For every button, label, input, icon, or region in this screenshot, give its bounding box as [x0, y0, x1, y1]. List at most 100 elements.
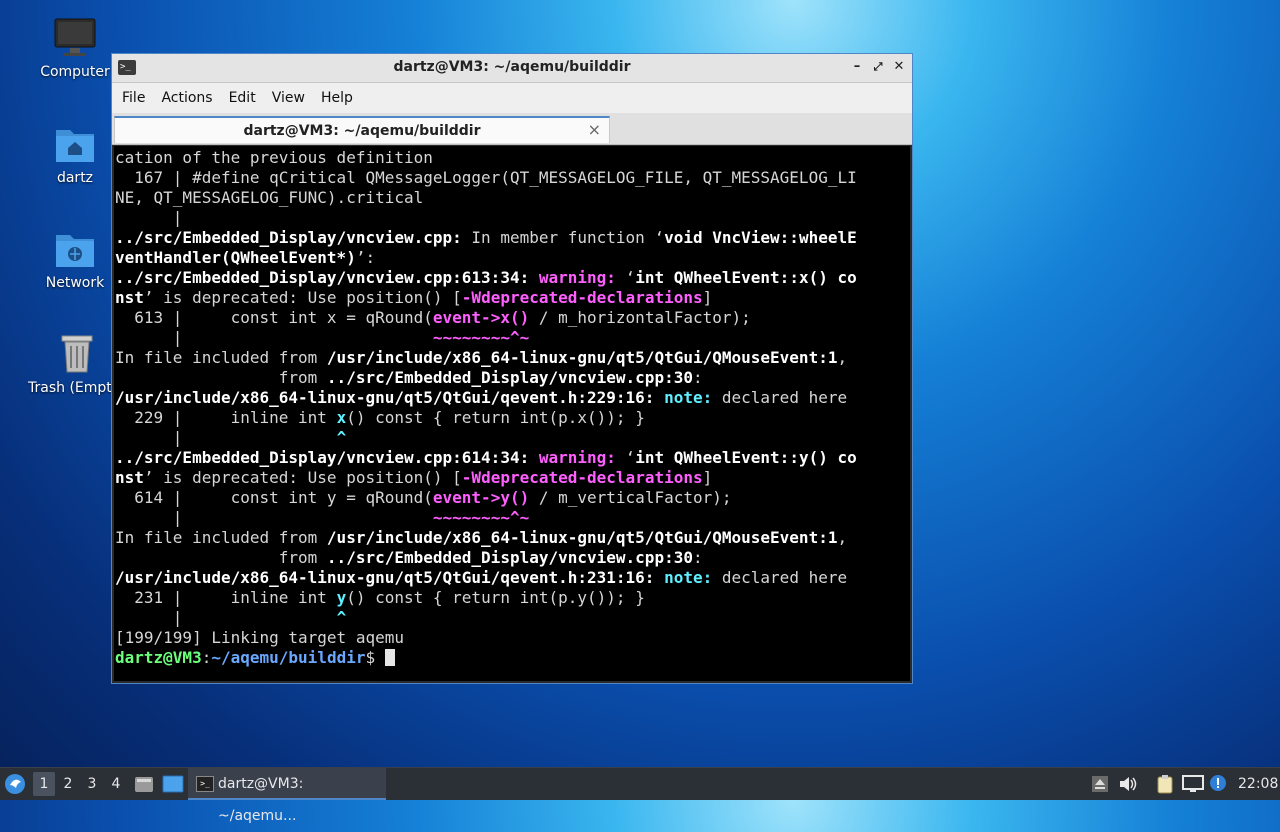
- window-titlebar[interactable]: >_ dartz@VM3: ~/aqemu/builddir – ⤢ ✕: [112, 54, 912, 83]
- desktop-icon-computer[interactable]: Computer: [30, 18, 120, 80]
- terminal-text: |: [115, 608, 337, 627]
- terminal-text: In member function ‘: [461, 228, 665, 247]
- close-button[interactable]: ✕: [890, 58, 908, 76]
- terminal-text: / m_horizontalFactor);: [529, 308, 751, 327]
- prompt-sym: $: [365, 648, 385, 667]
- volume-icon[interactable]: [1118, 775, 1138, 793]
- workspace-4[interactable]: 4: [105, 768, 127, 800]
- desktop-icon-label: Network: [45, 275, 105, 291]
- desktop-icon-network[interactable]: Network: [30, 229, 120, 291]
- terminal-text: 231 | inline int: [115, 588, 337, 607]
- file-manager-icon[interactable]: [134, 775, 154, 793]
- terminal-text: declared here: [712, 568, 848, 587]
- minimize-button[interactable]: –: [848, 58, 866, 76]
- taskbar-item-terminal[interactable]: >_ dartz@VM3: ~/aqemu...: [188, 768, 386, 824]
- terminal-text: warning:: [538, 268, 616, 287]
- terminal-text: event->x(): [432, 308, 530, 327]
- menu-help[interactable]: Help: [313, 90, 361, 106]
- terminal-text: ~~~~~~~~^~: [432, 508, 530, 527]
- network-status-icon[interactable]: [1182, 775, 1204, 793]
- terminal-line: In file included from /usr/include/x86_6…: [115, 528, 910, 548]
- terminal-text: :: [692, 368, 703, 387]
- terminal-line: 231 | inline int y() const { return int(…: [115, 588, 910, 608]
- terminal-text: int QWheelEvent::x() co: [635, 268, 857, 287]
- terminal-output[interactable]: cation of the previous definition 167 | …: [114, 146, 910, 681]
- terminal-text: y: [336, 588, 347, 607]
- menu-edit[interactable]: Edit: [221, 90, 264, 106]
- terminal-line: ../src/Embedded_Display/vncview.cpp:613:…: [115, 268, 910, 288]
- trash-icon: [61, 335, 93, 373]
- tab-terminal[interactable]: dartz@VM3: ~/aqemu/builddir ×: [114, 116, 610, 143]
- menu-actions[interactable]: Actions: [153, 90, 220, 106]
- terminal-text: /usr/include/x86_64-linux-gnu/qt5/QtGui/…: [115, 388, 655, 407]
- terminal-line: | ^: [115, 608, 910, 628]
- terminal-text: ’ is deprecated: Use position() [: [143, 288, 462, 307]
- desktop-icon-label: dartz: [56, 170, 94, 186]
- terminal-text: /usr/include/x86_64-linux-gnu/qt5/QtGui/…: [326, 528, 838, 547]
- menu-file[interactable]: File: [114, 90, 153, 106]
- terminal-text: void VncView::wheelE: [664, 228, 857, 247]
- terminal-text: () const { return int(p.y()); }: [346, 588, 645, 607]
- terminal-line: ventHandler(QWheelEvent*)’:: [115, 248, 910, 268]
- terminal-line: /usr/include/x86_64-linux-gnu/qt5/QtGui/…: [115, 568, 910, 588]
- terminal-text: x: [336, 408, 347, 427]
- prompt-sep: :: [201, 648, 212, 667]
- menu-view[interactable]: View: [264, 90, 313, 106]
- terminal-text: event->y(): [432, 488, 530, 507]
- terminal-text: -Wdeprecated-declarations: [461, 468, 703, 487]
- desktop-icon-home[interactable]: dartz: [30, 124, 120, 186]
- terminal-line: nst’ is deprecated: Use position() [-Wde…: [115, 288, 910, 308]
- terminal-window: >_ dartz@VM3: ~/aqemu/builddir – ⤢ ✕ Fil…: [111, 53, 913, 684]
- terminal-text: 167 | #define qCritical QMessageLogger(Q…: [115, 168, 857, 187]
- terminal-text: [199/199] Linking target aqemu: [115, 628, 404, 647]
- prompt-path: ~/aqemu/builddir: [211, 648, 366, 667]
- workspace-1[interactable]: 1: [33, 772, 55, 796]
- clock[interactable]: 22:08: [1238, 768, 1278, 800]
- terminal-line: /usr/include/x86_64-linux-gnu/qt5/QtGui/…: [115, 388, 910, 408]
- terminal-line: | ~~~~~~~~^~: [115, 328, 910, 348]
- terminal-text: ’ is deprecated: Use position() [: [143, 468, 462, 487]
- terminal-text: ^: [336, 428, 347, 447]
- terminal-line: ../src/Embedded_Display/vncview.cpp:614:…: [115, 448, 910, 468]
- terminal-text: note:: [664, 568, 713, 587]
- terminal-text: /usr/include/x86_64-linux-gnu/qt5/QtGui/…: [115, 568, 655, 587]
- terminal-line: ../src/Embedded_Display/vncview.cpp: In …: [115, 228, 910, 248]
- terminal-line: 614 | const int y = qRound(event->y() / …: [115, 488, 910, 508]
- maximize-button[interactable]: ⤢: [869, 58, 887, 76]
- terminal-text: 614 | const int y = qRound(: [115, 488, 433, 507]
- terminal-text: ]: [702, 288, 713, 307]
- terminal-text: -Wdeprecated-declarations: [461, 288, 703, 307]
- terminal-line: cation of the previous definition: [115, 148, 910, 168]
- terminal-text: declared here: [712, 388, 848, 407]
- terminal-text: ]: [702, 468, 713, 487]
- terminal-line: 167 | #define qCritical QMessageLogger(Q…: [115, 168, 910, 188]
- terminal-text: ../src/Embedded_Display/vncview.cpp:613:…: [115, 268, 530, 287]
- show-desktop-icon[interactable]: [162, 775, 184, 793]
- tab-close-icon[interactable]: ×: [588, 120, 601, 139]
- terminal-text: |: [115, 328, 433, 347]
- terminal-text: nst: [115, 468, 144, 487]
- terminal-text: ../src/Embedded_Display/vncview.cpp:30: [326, 368, 693, 387]
- notification-icon[interactable]: [1209, 774, 1227, 794]
- terminal-text: from: [115, 368, 327, 387]
- clipboard-icon[interactable]: [1156, 774, 1174, 794]
- terminal-line: 229 | inline int x() const { return int(…: [115, 408, 910, 428]
- taskbar-item-label: dartz@VM3: ~/aqemu...: [218, 776, 304, 824]
- monitor-icon: [54, 18, 96, 56]
- terminal-text: warning:: [538, 448, 616, 467]
- terminal-prompt[interactable]: dartz@VM3:~/aqemu/builddir$: [115, 648, 910, 668]
- workspace-3[interactable]: 3: [81, 768, 103, 800]
- terminal-text: / m_verticalFactor);: [529, 488, 732, 507]
- terminal-text: from: [115, 548, 327, 567]
- terminal-text: () const { return int(p.x()); }: [346, 408, 645, 427]
- terminal-line: | ^: [115, 428, 910, 448]
- eject-icon[interactable]: [1092, 776, 1108, 792]
- workspace-2[interactable]: 2: [57, 768, 79, 800]
- terminal-text: /usr/include/x86_64-linux-gnu/qt5/QtGui/…: [326, 348, 838, 367]
- terminal-line: NE, QT_MESSAGELOG_FUNC).critical: [115, 188, 910, 208]
- start-menu-icon[interactable]: [4, 773, 26, 795]
- tab-bar: dartz@VM3: ~/aqemu/builddir ×: [112, 113, 912, 145]
- terminal-text: ../src/Embedded_Display/vncview.cpp:: [115, 228, 462, 247]
